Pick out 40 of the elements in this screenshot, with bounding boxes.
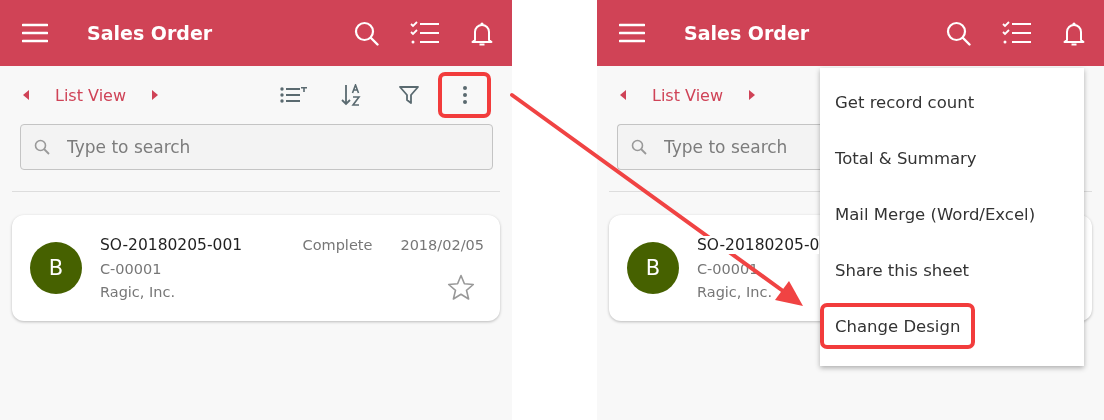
avatar: B (30, 242, 82, 294)
more-button[interactable] (438, 72, 491, 118)
next-arrow-icon[interactable] (749, 90, 756, 100)
company-name: Ragic, Inc. (100, 284, 176, 300)
sort-icon[interactable] (341, 84, 361, 106)
company-name: Ragic, Inc. (697, 284, 773, 300)
menu-item[interactable]: Mail Merge (Word/Excel) (820, 191, 1051, 237)
record-status: Complete (302, 237, 373, 253)
record-card[interactable]: B SO-20180205-001 Complete 2018/02/05 C-00001 Ragic, Inc. (12, 215, 500, 321)
customer-id: C-00001 (100, 261, 162, 277)
filter-icon[interactable] (399, 85, 419, 105)
previous-arrow-icon[interactable] (620, 90, 626, 100)
star-icon[interactable] (447, 274, 475, 301)
menu-item[interactable]: Total & Summary (820, 135, 992, 181)
view-switcher[interactable]: List View (652, 85, 724, 105)
field-list-icon[interactable] (279, 86, 307, 104)
checklist-icon[interactable] (410, 21, 440, 45)
view-switcher[interactable]: List View (55, 85, 127, 105)
record-title: SO-20180205-0 (697, 236, 820, 254)
more-icon (462, 86, 467, 104)
page-title: Sales Order (684, 22, 810, 44)
record-date: 2018/02/05 (400, 237, 484, 253)
search-icon (631, 139, 647, 155)
bell-icon[interactable] (471, 20, 493, 46)
avatar: B (627, 242, 679, 294)
next-arrow-icon[interactable] (152, 90, 159, 100)
search-field[interactable]: Type to search (20, 124, 493, 170)
search-icon[interactable] (946, 20, 971, 46)
search-icon (34, 139, 50, 155)
page-title: Sales Order (87, 22, 213, 44)
previous-arrow-icon[interactable] (23, 90, 29, 100)
menu-item[interactable]: Change Design (820, 303, 976, 349)
menu-icon[interactable] (619, 23, 645, 43)
menu-item[interactable]: Share this sheet (820, 247, 985, 293)
bell-icon[interactable] (1063, 20, 1085, 46)
checklist-icon[interactable] (1002, 21, 1032, 45)
menu-item[interactable]: Get record count (820, 79, 990, 125)
search-icon[interactable] (354, 20, 379, 46)
menu-icon[interactable] (22, 23, 48, 43)
search-field[interactable]: Type to search (617, 124, 820, 170)
